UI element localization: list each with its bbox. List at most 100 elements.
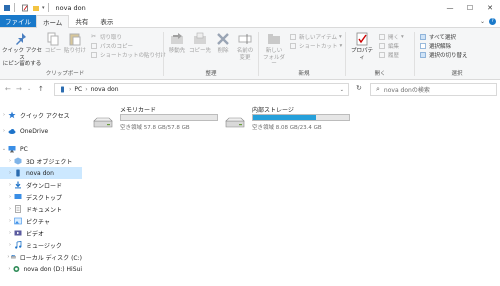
- copy-to-button[interactable]: コピー先: [189, 32, 211, 55]
- tab-share[interactable]: 共有: [69, 15, 94, 27]
- nav-item-desktop[interactable]: › デスクトップ: [0, 191, 82, 203]
- new-group: 新しい フォルダー 新しいアイテム ▾ ショートカット ▾ 新規: [260, 30, 348, 78]
- nav-item-quick-access[interactable]: › クイック アクセス: [0, 109, 82, 121]
- collapse-ribbon-icon[interactable]: ⌄: [480, 18, 485, 25]
- new-folder-icon[interactable]: [32, 4, 40, 12]
- tab-file[interactable]: ファイル: [0, 15, 36, 27]
- rename-button[interactable]: 名前の 変更: [235, 32, 255, 61]
- copy-icon: [47, 32, 59, 46]
- tab-view[interactable]: 表示: [94, 15, 119, 27]
- address-bar[interactable]: › PC › nova don ⌄: [54, 83, 349, 96]
- rename-icon: [238, 34, 252, 44]
- properties-icon[interactable]: [21, 4, 29, 12]
- refresh-icon[interactable]: ↻: [356, 84, 362, 92]
- clipboard-group-label: クリップボード: [45, 71, 85, 77]
- picture-icon: [14, 217, 22, 225]
- select-none-button[interactable]: 選択解除: [420, 42, 451, 50]
- tab-home[interactable]: ホーム: [36, 15, 70, 28]
- move-to-button[interactable]: 移動先: [167, 32, 187, 55]
- nav-item-music[interactable]: › ミュージック: [0, 239, 82, 251]
- video-icon: [14, 230, 22, 236]
- expand-arrow-icon[interactable]: ›: [6, 218, 14, 224]
- forward-button[interactable]: →: [16, 85, 22, 93]
- expand-arrow-icon[interactable]: ›: [6, 266, 13, 272]
- new-item-icon: [290, 34, 296, 40]
- paste-button[interactable]: 貼り付け: [64, 32, 86, 55]
- expand-arrow-icon[interactable]: ›: [0, 112, 8, 118]
- nav-item-nova-don-d[interactable]: › nova don (D:) HiSui: [0, 263, 82, 275]
- copy-button[interactable]: コピー: [44, 32, 62, 55]
- delete-x-icon: [217, 33, 229, 45]
- paste-shortcut-button[interactable]: ショートカットの貼り付け: [91, 51, 166, 59]
- expand-arrow-icon[interactable]: ›: [6, 242, 14, 248]
- nav-item-local-disk-c[interactable]: › ローカル ディスク (C:): [0, 251, 82, 263]
- new-group-label: 新規: [298, 71, 310, 77]
- properties-button[interactable]: プロパティ: [349, 32, 375, 61]
- expand-arrow-icon[interactable]: ›: [6, 170, 14, 176]
- nav-item-onedrive[interactable]: › OneDrive: [0, 125, 82, 137]
- nav-item-pictures[interactable]: › ピクチャ: [0, 215, 82, 227]
- organize-group-label: 整理: [205, 71, 217, 77]
- desktop-icon: [14, 194, 22, 199]
- drive-usage-bar: [252, 114, 350, 121]
- nav-item-documents[interactable]: › ドキュメント: [0, 203, 82, 215]
- navigation-pane: › クイック アクセス › OneDrive ⌄ PC › 3D オブジェクト …: [0, 106, 82, 286]
- cloud-icon: [8, 129, 16, 134]
- shortcut-button[interactable]: ショートカット ▾: [290, 42, 342, 50]
- expand-arrow-icon[interactable]: ›: [6, 158, 14, 164]
- ribbon: クイック アクセス にピン留めする コピー 貼り付け ✂ 切り取り パスのコピー…: [0, 28, 500, 80]
- expand-arrow-icon[interactable]: ›: [0, 128, 8, 134]
- expand-arrow-icon[interactable]: ›: [6, 194, 14, 200]
- close-button[interactable]: ✕: [480, 0, 500, 15]
- edit-button[interactable]: 編集: [379, 42, 399, 50]
- select-all-button[interactable]: すべて選択: [420, 33, 456, 41]
- help-icon[interactable]: ?: [489, 17, 496, 25]
- open-icon: [379, 34, 385, 40]
- nav-item-videos[interactable]: › ビデオ: [0, 227, 82, 239]
- invert-selection-button[interactable]: 選択の切り替え: [420, 51, 468, 59]
- open-button[interactable]: 開く ▾: [379, 33, 404, 41]
- delete-button[interactable]: 削除: [215, 32, 231, 55]
- pin-icon: [16, 33, 26, 45]
- copy-folder-icon: [194, 32, 206, 44]
- drive-icon: [93, 117, 113, 128]
- drive-icon: [225, 117, 245, 128]
- collapse-arrow-icon[interactable]: ⌄: [0, 146, 8, 152]
- drive-info: 空き領域 57.8 GB/57.8 GB: [120, 125, 190, 131]
- cube-icon: [14, 157, 22, 165]
- nav-item-3d-objects[interactable]: › 3D オブジェクト: [0, 155, 82, 167]
- invert-selection-icon: [420, 52, 426, 58]
- minimize-button[interactable]: —: [440, 0, 460, 15]
- expand-arrow-icon[interactable]: ›: [6, 206, 14, 212]
- up-button[interactable]: ↑: [38, 85, 44, 93]
- nav-item-pc[interactable]: ⌄ PC: [0, 143, 82, 155]
- recent-locations-button[interactable]: ⌄: [27, 86, 31, 92]
- star-icon: [8, 111, 16, 119]
- hisui-icon: [13, 266, 20, 272]
- drive-internal-storage[interactable]: 内部ストレージ 空き領域 8.08 GB/23.4 GB: [224, 102, 354, 136]
- cut-button[interactable]: ✂ 切り取り: [91, 33, 122, 42]
- nav-item-downloads[interactable]: › ダウンロード: [0, 179, 82, 191]
- pc-icon: [8, 146, 16, 153]
- organize-group: 移動先 コピー先 削除 名前の 変更 整理: [165, 30, 257, 78]
- copy-path-button[interactable]: パスのコピー: [91, 42, 133, 50]
- search-input[interactable]: ⌕ nova donの検索: [370, 83, 497, 96]
- history-button[interactable]: 履歴: [379, 51, 399, 59]
- breadcrumb-pc[interactable]: PC: [74, 86, 82, 93]
- back-button[interactable]: ←: [5, 85, 11, 93]
- ribbon-tabs: ファイル ホーム 共有 表示 ⌄ ?: [0, 15, 500, 28]
- title-bar: ▾ nova don — ☐ ✕: [0, 0, 500, 15]
- breadcrumb-nova-don[interactable]: nova don: [91, 86, 119, 93]
- pin-quick-access-button[interactable]: クイック アクセス にピン留めする: [2, 32, 42, 68]
- drive-memory-card[interactable]: メモリカード 空き領域 57.8 GB/57.8 GB: [92, 102, 222, 136]
- drive-info: 空き領域 8.08 GB/23.4 GB: [252, 125, 322, 131]
- new-item-button[interactable]: 新しいアイテム ▾: [290, 33, 342, 41]
- new-folder-button[interactable]: 新しい フォルダー: [262, 32, 286, 68]
- move-folder-icon: [171, 33, 183, 44]
- address-dropdown-icon[interactable]: ⌄: [340, 87, 344, 93]
- expand-arrow-icon[interactable]: ›: [6, 230, 14, 236]
- maximize-button[interactable]: ☐: [460, 0, 480, 15]
- nav-item-nova-don[interactable]: › nova don: [0, 167, 82, 179]
- customize-toolbar-icon[interactable]: ▾: [42, 5, 45, 11]
- expand-arrow-icon[interactable]: ›: [6, 182, 14, 188]
